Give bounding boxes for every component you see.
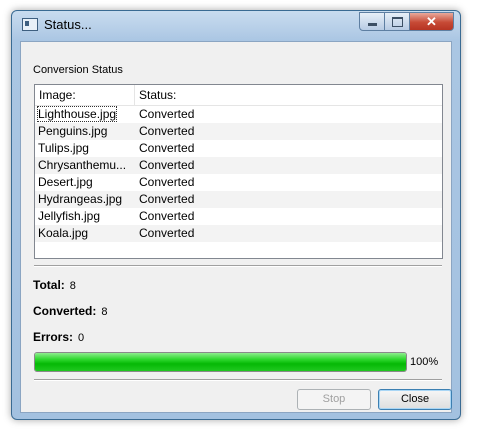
list-item[interactable]: Hydrangeas.jpg Converted: [35, 191, 442, 208]
conversion-list[interactable]: Image: Status: Lighthouse.jpg Converted Pe…: [34, 84, 443, 259]
cell-status: Converted: [139, 158, 195, 172]
progress-fill: [35, 353, 406, 371]
dialog-client-area: Conversion Status Image: Status: Lightho…: [20, 41, 452, 413]
list-rows: Lighthouse.jpg Converted Penguins.jpg Conve…: [35, 106, 442, 242]
image-name-text: Jellyfish.jpg: [38, 209, 101, 223]
list-item[interactable]: Tulips.jpg Converted: [35, 140, 442, 157]
stop-button[interactable]: Stop: [297, 389, 371, 410]
window-icon: [22, 18, 38, 31]
cell-image-name: Tulips.jpg: [35, 140, 136, 157]
cell-image-name: Penguins.jpg: [35, 123, 136, 140]
cell-status: Converted: [139, 192, 195, 206]
separator: [34, 265, 442, 267]
close-icon: ✕: [426, 13, 437, 29]
converted-label: Converted:: [33, 304, 97, 318]
close-button[interactable]: Close: [378, 389, 452, 410]
list-item[interactable]: Chrysanthemu... Converted: [35, 157, 442, 174]
list-item[interactable]: Penguins.jpg Converted: [35, 123, 442, 140]
list-item[interactable]: Lighthouse.jpg Converted: [35, 106, 442, 123]
close-window-button[interactable]: ✕: [410, 12, 454, 31]
cell-image-name: Lighthouse.jpg: [35, 106, 136, 123]
converted-value: 8: [101, 306, 108, 318]
cell-image-name: Hydrangeas.jpg: [35, 191, 136, 208]
total-label: Total:: [33, 278, 65, 292]
cell-status: Converted: [139, 107, 195, 121]
image-name-text: Tulips.jpg: [38, 141, 89, 155]
list-item[interactable]: Koala.jpg Converted: [35, 225, 442, 242]
status-window: Status... ✕ Conversion Status Image: Sta…: [11, 10, 461, 420]
image-name-text: Penguins.jpg: [38, 124, 108, 138]
list-item[interactable]: Jellyfish.jpg Converted: [35, 208, 442, 225]
title-bar[interactable]: Status... ✕: [12, 11, 460, 39]
cell-image-name: Desert.jpg: [35, 174, 136, 191]
list-header: Image: Status:: [35, 85, 442, 106]
cell-status: Converted: [139, 175, 195, 189]
errors-value: 0: [78, 332, 85, 344]
cell-status: Converted: [139, 209, 195, 223]
column-header-status[interactable]: Status:: [135, 85, 435, 105]
maximize-icon: [391, 16, 403, 27]
progress-percent: 100%: [410, 356, 439, 368]
maximize-button[interactable]: [385, 12, 410, 31]
minimize-button[interactable]: [359, 12, 385, 31]
cell-image-name: Koala.jpg: [35, 225, 136, 242]
total-stat: Total: 8: [33, 278, 76, 292]
image-name-text: Hydrangeas.jpg: [38, 192, 123, 206]
cell-status: Converted: [139, 141, 195, 155]
converted-stat: Converted: 8: [33, 304, 107, 318]
list-item[interactable]: Desert.jpg Converted: [35, 174, 442, 191]
caption-buttons: ✕: [359, 12, 454, 31]
cell-status: Converted: [139, 124, 195, 138]
cell-status: Converted: [139, 226, 195, 240]
errors-stat: Errors: 0: [33, 330, 84, 344]
cell-image-name: Jellyfish.jpg: [35, 208, 136, 225]
total-value: 8: [69, 280, 76, 292]
section-label: Conversion Status: [33, 64, 123, 76]
column-header-image[interactable]: Image:: [35, 85, 135, 105]
image-name-text: Chrysanthemu...: [38, 158, 127, 172]
separator: [34, 379, 442, 381]
image-name-text: Lighthouse.jpg: [36, 106, 118, 122]
window-title: Status...: [44, 17, 92, 32]
image-name-text: Koala.jpg: [38, 226, 89, 240]
errors-label: Errors:: [33, 330, 74, 344]
cell-image-name: Chrysanthemu...: [35, 157, 136, 174]
image-name-text: Desert.jpg: [38, 175, 93, 189]
minimize-icon: [367, 23, 377, 26]
progress-bar: [34, 352, 407, 372]
